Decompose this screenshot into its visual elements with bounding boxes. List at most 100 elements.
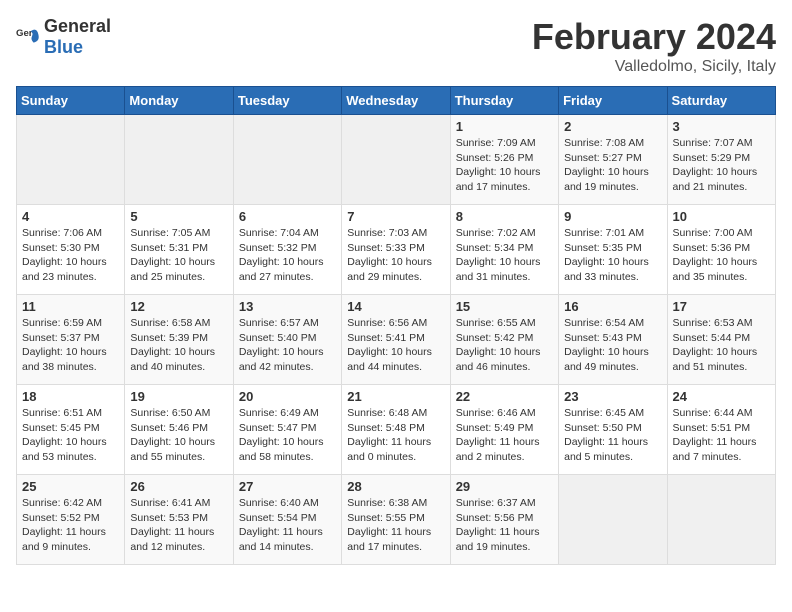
logo-blue: Blue	[44, 37, 83, 57]
day-number: 9	[564, 209, 661, 224]
day-number: 5	[130, 209, 227, 224]
day-number: 14	[347, 299, 444, 314]
day-number: 18	[22, 389, 119, 404]
logo-text: General Blue	[44, 16, 111, 58]
day-number: 8	[456, 209, 553, 224]
day-info: Sunrise: 7:01 AM Sunset: 5:35 PM Dayligh…	[564, 226, 661, 285]
calendar-cell: 23 Sunrise: 6:45 AM Sunset: 5:50 PM Dayli…	[559, 385, 667, 475]
calendar-cell	[342, 115, 450, 205]
calendar-cell: 1 Sunrise: 7:09 AM Sunset: 5:26 PM Daylig…	[450, 115, 558, 205]
logo: Gen General Blue	[16, 16, 111, 58]
day-info: Sunrise: 6:46 AM Sunset: 5:49 PM Dayligh…	[456, 406, 553, 465]
calendar-cell: 2 Sunrise: 7:08 AM Sunset: 5:27 PM Daylig…	[559, 115, 667, 205]
header-friday: Friday	[559, 87, 667, 115]
day-info: Sunrise: 6:45 AM Sunset: 5:50 PM Dayligh…	[564, 406, 661, 465]
day-number: 13	[239, 299, 336, 314]
day-number: 21	[347, 389, 444, 404]
day-number: 28	[347, 479, 444, 494]
calendar-cell: 5 Sunrise: 7:05 AM Sunset: 5:31 PM Daylig…	[125, 205, 233, 295]
calendar-cell: 25 Sunrise: 6:42 AM Sunset: 5:52 PM Dayli…	[17, 475, 125, 565]
calendar-cell: 7 Sunrise: 7:03 AM Sunset: 5:33 PM Daylig…	[342, 205, 450, 295]
calendar-cell: 11 Sunrise: 6:59 AM Sunset: 5:37 PM Dayli…	[17, 295, 125, 385]
day-info: Sunrise: 6:55 AM Sunset: 5:42 PM Dayligh…	[456, 316, 553, 375]
header-thursday: Thursday	[450, 87, 558, 115]
day-number: 25	[22, 479, 119, 494]
calendar-cell: 12Sunrise: 6:58 AM Sunset: 5:39 PM Dayli…	[125, 295, 233, 385]
calendar-cell: 27Sunrise: 6:40 AM Sunset: 5:54 PM Dayli…	[233, 475, 341, 565]
calendar-cell: 28 Sunrise: 6:38 AM Sunset: 5:55 PM Dayli…	[342, 475, 450, 565]
day-info: Sunrise: 6:37 AM Sunset: 5:56 PM Dayligh…	[456, 496, 553, 555]
calendar-cell: 26 Sunrise: 6:41 AM Sunset: 5:53 PM Dayli…	[125, 475, 233, 565]
day-info: Sunrise: 7:05 AM Sunset: 5:31 PM Dayligh…	[130, 226, 227, 285]
day-number: 2	[564, 119, 661, 134]
calendar-cell: 17Sunrise: 6:53 AM Sunset: 5:44 PM Dayli…	[667, 295, 775, 385]
weekday-row: Sunday Monday Tuesday Wednesday Thursday…	[17, 87, 776, 115]
calendar-cell: 6Sunrise: 7:04 AM Sunset: 5:32 PM Daylig…	[233, 205, 341, 295]
day-number: 20	[239, 389, 336, 404]
logo-icon: Gen	[16, 25, 40, 49]
title-area: February 2024 Valledolmo, Sicily, Italy	[532, 16, 776, 76]
calendar-cell: 4Sunrise: 7:06 AM Sunset: 5:30 PM Daylig…	[17, 205, 125, 295]
calendar-cell	[233, 115, 341, 205]
calendar-cell: 24Sunrise: 6:44 AM Sunset: 5:51 PM Dayli…	[667, 385, 775, 475]
calendar-cell: 14 Sunrise: 6:56 AM Sunset: 5:41 PM Dayli…	[342, 295, 450, 385]
calendar-week-2: 4Sunrise: 7:06 AM Sunset: 5:30 PM Daylig…	[17, 205, 776, 295]
main-title: February 2024	[532, 16, 776, 58]
day-number: 23	[564, 389, 661, 404]
day-number: 29	[456, 479, 553, 494]
day-number: 19	[130, 389, 227, 404]
calendar-cell: 3 Sunrise: 7:07 AM Sunset: 5:29 PM Daylig…	[667, 115, 775, 205]
calendar-header: Sunday Monday Tuesday Wednesday Thursday…	[17, 87, 776, 115]
header-tuesday: Tuesday	[233, 87, 341, 115]
day-info: Sunrise: 6:48 AM Sunset: 5:48 PM Dayligh…	[347, 406, 444, 465]
day-number: 3	[673, 119, 770, 134]
day-info: Sunrise: 6:53 AM Sunset: 5:44 PM Dayligh…	[673, 316, 770, 375]
calendar-cell: 8Sunrise: 7:02 AM Sunset: 5:34 PM Daylig…	[450, 205, 558, 295]
day-info: Sunrise: 6:42 AM Sunset: 5:52 PM Dayligh…	[22, 496, 119, 555]
day-info: Sunrise: 6:59 AM Sunset: 5:37 PM Dayligh…	[22, 316, 119, 375]
day-info: Sunrise: 6:41 AM Sunset: 5:53 PM Dayligh…	[130, 496, 227, 555]
header-sunday: Sunday	[17, 87, 125, 115]
calendar-cell: 10 Sunrise: 7:00 AM Sunset: 5:36 PM Dayli…	[667, 205, 775, 295]
day-info: Sunrise: 6:56 AM Sunset: 5:41 PM Dayligh…	[347, 316, 444, 375]
day-number: 7	[347, 209, 444, 224]
day-number: 12	[130, 299, 227, 314]
calendar-table: Sunday Monday Tuesday Wednesday Thursday…	[16, 86, 776, 565]
calendar-cell: 13Sunrise: 6:57 AM Sunset: 5:40 PM Dayli…	[233, 295, 341, 385]
day-info: Sunrise: 6:50 AM Sunset: 5:46 PM Dayligh…	[130, 406, 227, 465]
calendar-cell: 29 Sunrise: 6:37 AM Sunset: 5:56 PM Dayli…	[450, 475, 558, 565]
calendar-cell: 22Sunrise: 6:46 AM Sunset: 5:49 PM Dayli…	[450, 385, 558, 475]
day-number: 1	[456, 119, 553, 134]
calendar-cell: 15 Sunrise: 6:55 AM Sunset: 5:42 PM Dayli…	[450, 295, 558, 385]
header-wednesday: Wednesday	[342, 87, 450, 115]
day-info: Sunrise: 7:09 AM Sunset: 5:26 PM Dayligh…	[456, 136, 553, 195]
day-info: Sunrise: 7:07 AM Sunset: 5:29 PM Dayligh…	[673, 136, 770, 195]
day-info: Sunrise: 7:08 AM Sunset: 5:27 PM Dayligh…	[564, 136, 661, 195]
calendar-cell	[559, 475, 667, 565]
day-info: Sunrise: 7:00 AM Sunset: 5:36 PM Dayligh…	[673, 226, 770, 285]
calendar-body: 1 Sunrise: 7:09 AM Sunset: 5:26 PM Daylig…	[17, 115, 776, 565]
day-info: Sunrise: 6:38 AM Sunset: 5:55 PM Dayligh…	[347, 496, 444, 555]
day-number: 10	[673, 209, 770, 224]
day-number: 24	[673, 389, 770, 404]
calendar-cell: 18 Sunrise: 6:51 AM Sunset: 5:45 PM Dayli…	[17, 385, 125, 475]
day-info: Sunrise: 6:49 AM Sunset: 5:47 PM Dayligh…	[239, 406, 336, 465]
day-info: Sunrise: 6:40 AM Sunset: 5:54 PM Dayligh…	[239, 496, 336, 555]
subtitle: Valledolmo, Sicily, Italy	[532, 58, 776, 76]
calendar-week-3: 11 Sunrise: 6:59 AM Sunset: 5:37 PM Dayli…	[17, 295, 776, 385]
calendar-cell: 16Sunrise: 6:54 AM Sunset: 5:43 PM Dayli…	[559, 295, 667, 385]
calendar-cell	[667, 475, 775, 565]
day-number: 16	[564, 299, 661, 314]
day-number: 26	[130, 479, 227, 494]
calendar-cell: 20 Sunrise: 6:49 AM Sunset: 5:47 PM Dayli…	[233, 385, 341, 475]
day-info: Sunrise: 7:03 AM Sunset: 5:33 PM Dayligh…	[347, 226, 444, 285]
day-info: Sunrise: 6:51 AM Sunset: 5:45 PM Dayligh…	[22, 406, 119, 465]
calendar-week-1: 1 Sunrise: 7:09 AM Sunset: 5:26 PM Daylig…	[17, 115, 776, 205]
day-number: 11	[22, 299, 119, 314]
calendar-cell: 9 Sunrise: 7:01 AM Sunset: 5:35 PM Daylig…	[559, 205, 667, 295]
calendar-week-4: 18 Sunrise: 6:51 AM Sunset: 5:45 PM Dayli…	[17, 385, 776, 475]
header: Gen General Blue February 2024 Valledolm…	[16, 16, 776, 76]
logo-general: General	[44, 16, 111, 36]
day-number: 15	[456, 299, 553, 314]
header-saturday: Saturday	[667, 87, 775, 115]
